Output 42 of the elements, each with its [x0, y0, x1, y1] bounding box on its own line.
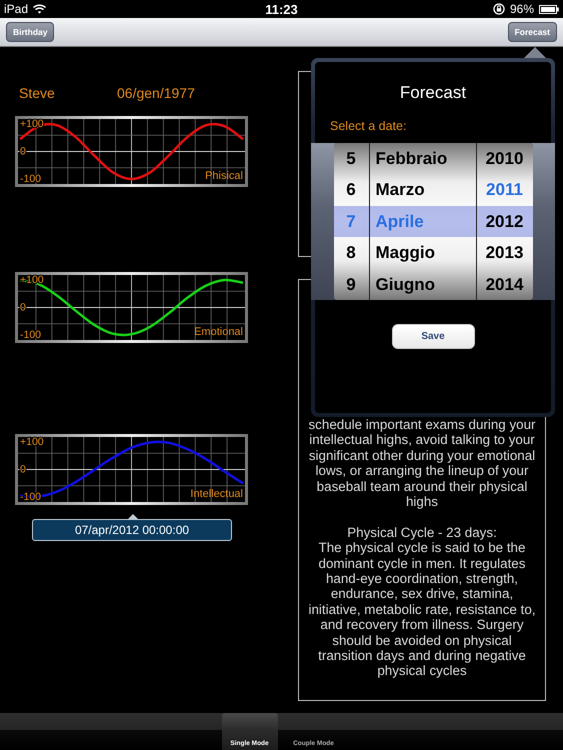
- description-text: schedule important exams during your intellectual highs, avoid talking to your significant other during your emotional lows, or arranging the lineup of your baseball team around their physical highs: [307, 417, 536, 510]
- picker-option[interactable]: 2014: [476, 268, 532, 300]
- chart-title: Phisical: [205, 170, 243, 182]
- wifi-icon: [33, 4, 46, 14]
- date-picker[interactable]: 5 6 7 8 9 Febbraio Marzo Aprile Maggio Giugno 2010 2011 2012 2013 2014: [311, 143, 555, 300]
- picker-option[interactable]: Febbraio: [370, 143, 476, 174]
- birth-date: 06/gen/1977: [117, 85, 195, 101]
- picker-wheel[interactable]: Febbraio Marzo Aprile Maggio Giugno: [370, 143, 476, 300]
- picker-option[interactable]: 2011: [476, 174, 532, 206]
- axis-tick-label: -100: [20, 329, 42, 342]
- picker-option[interactable]: 2013: [476, 237, 532, 269]
- forecast-button[interactable]: Forecast: [508, 22, 557, 42]
- chart-title: Emotional: [194, 326, 243, 338]
- popover-title: Forecast: [398, 82, 468, 104]
- popover-arrow-icon: [524, 47, 546, 58]
- picker-option[interactable]: Giugno: [370, 268, 476, 300]
- picker-wheel[interactable]: 2010 2011 2012 2013 2014: [476, 143, 532, 300]
- clock-time: 11:23: [265, 2, 298, 16]
- picker-option[interactable]: 2010: [476, 143, 532, 174]
- axis-tick-label: -100: [20, 173, 42, 186]
- select-date-label: Select a date:: [329, 118, 408, 135]
- selected-date: 07/apr/2012 00:00:00: [74, 523, 190, 537]
- rotation-lock-icon: [492, 3, 505, 15]
- person-name: Steve: [19, 85, 56, 101]
- picker-option[interactable]: 6: [334, 174, 368, 206]
- description-text: Physical Cycle - 23 days:: [346, 524, 498, 540]
- picker-option[interactable]: 5: [334, 143, 368, 174]
- axis-tick-label: +100: [20, 118, 44, 130]
- axis-tick-label: +100: [20, 436, 44, 448]
- picker-option[interactable]: 2012: [476, 206, 532, 238]
- battery-icon: [539, 4, 559, 14]
- picker-option[interactable]: 8: [334, 237, 368, 269]
- picker-wheel[interactable]: 5 6 7 8 9: [334, 143, 368, 300]
- device-name: iPad: [4, 2, 28, 16]
- save-button[interactable]: Save: [392, 324, 474, 349]
- description-text: The physical cycle is said to be the dominant cycle in men. It regulates hand-eye coordination, strength, endurance, sex drive, stamina, initiative, metabolic rate, resistance to, and recovery from illness. Surgery should be avoided on physical transition days and during negative physical cycles: [307, 540, 536, 679]
- picker-option[interactable]: 9: [334, 268, 368, 300]
- chart-title: Intellectual: [190, 488, 243, 500]
- picker-option[interactable]: Marzo: [370, 174, 476, 206]
- picker-option[interactable]: Maggio: [370, 237, 476, 269]
- birthday-button[interactable]: Birthday: [6, 22, 54, 42]
- battery-percent: 96%: [510, 2, 534, 16]
